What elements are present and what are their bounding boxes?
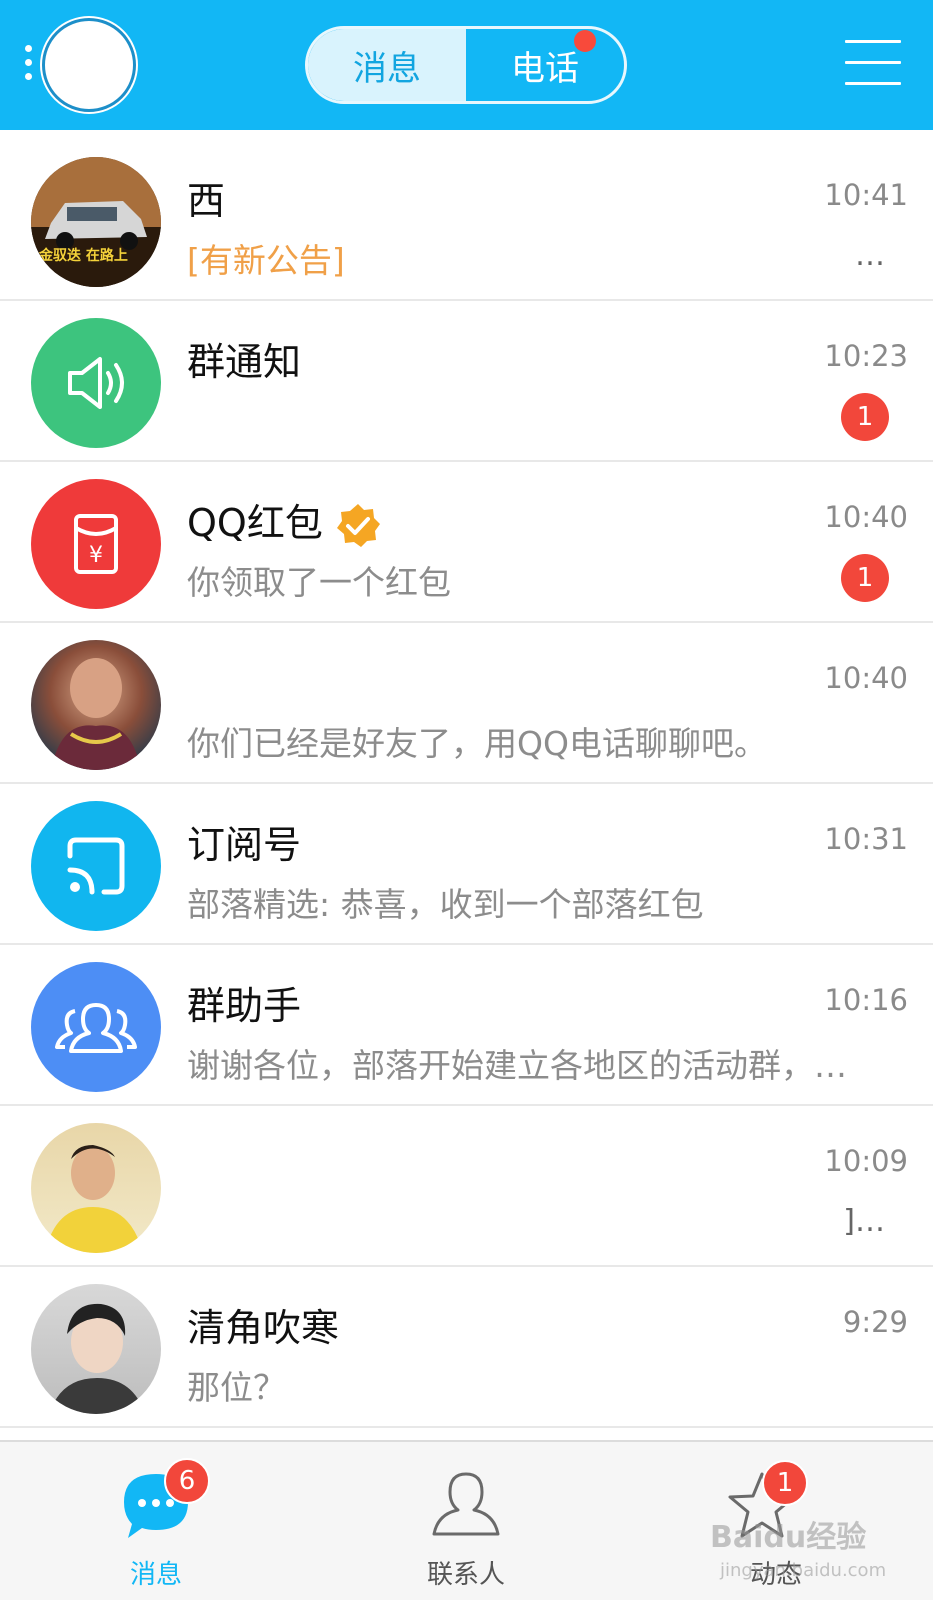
- watermark: Baidu经验: [710, 1520, 867, 1555]
- conversation-time: 10:40: [824, 500, 908, 534]
- conversation-name: 订阅号: [187, 823, 302, 867]
- conversation-row[interactable]: 10:40 你们已经是好友了，用QQ电话聊聊吧。: [0, 623, 933, 784]
- tab-calls[interactable]: 电话: [466, 29, 624, 101]
- conversation-name: 清角吹寒: [187, 1306, 340, 1350]
- more-dots-icon[interactable]: [24, 45, 34, 87]
- rss-icon: [31, 801, 161, 931]
- car-avatar: 金驭迭 在路上: [31, 157, 161, 287]
- person-photo-avatar: [31, 640, 161, 770]
- nav-badge: 6: [164, 1458, 210, 1504]
- verified-icon: [336, 503, 380, 547]
- conversation-row[interactable]: 10:09 ]…: [0, 1106, 933, 1267]
- conversation-time: 10:31: [824, 822, 908, 856]
- conversation-preview: 你领取了一个红包: [187, 563, 451, 602]
- conversation-preview: 谢谢各位，部落开始建立各地区的活动群，…: [187, 1046, 847, 1085]
- conversation-preview: 你们已经是好友了，用QQ电话聊聊吧。: [187, 724, 767, 763]
- conversation-preview: [有新公告]: [187, 234, 345, 282]
- conversation-time: 9:29: [842, 1305, 908, 1339]
- conversation-name: 西: [187, 179, 226, 223]
- notice-tag: [有新公告]: [187, 241, 345, 280]
- person-photo-avatar: [31, 1123, 161, 1253]
- conversation-time: 10:40: [824, 661, 908, 695]
- conversation-row[interactable]: 清角吹寒 9:29 那位？: [0, 1267, 933, 1428]
- tab-messages[interactable]: 消息: [308, 29, 466, 101]
- conversation-row[interactable]: 金驭迭 在路上 西 10:41 [有新公告] …: [0, 140, 933, 301]
- conversation-name: 群通知: [187, 340, 302, 384]
- unread-badge: 1: [841, 554, 889, 602]
- avatar[interactable]: [42, 18, 136, 112]
- person-photo-avatar: [31, 1284, 161, 1414]
- group-icon: [31, 962, 161, 1092]
- conversation-name: QQ红包: [187, 492, 383, 551]
- conversation-name: 群助手: [187, 984, 302, 1028]
- conversation-time: 10:09: [824, 1144, 908, 1178]
- red-envelope-icon: ¥: [31, 479, 161, 609]
- conversation-preview: 那位？: [187, 1368, 286, 1407]
- avatar-caption: 金驭迭 在路上: [39, 248, 128, 264]
- speaker-icon: [31, 318, 161, 448]
- car-icon: [31, 157, 161, 287]
- conversation-time: 10:23: [824, 339, 908, 373]
- conversation-time: 10:16: [824, 983, 908, 1017]
- conversation-row[interactable]: ¥ QQ红包 10:40 你领取了一个红包 1: [0, 462, 933, 623]
- truncation-ellipsis: ]…: [843, 1204, 885, 1239]
- conversation-row[interactable]: 订阅号 10:31 部落精选: 恭喜，收到一个部落红包: [0, 784, 933, 945]
- unread-badge: 1: [841, 393, 889, 441]
- conversation-preview: 部落精选: 恭喜，收到一个部落红包: [187, 885, 704, 924]
- svg-text:¥: ¥: [89, 543, 103, 568]
- new-call-dot: [574, 30, 596, 52]
- watermark-url: jingyan.baidu.com: [720, 1560, 887, 1581]
- person-icon: [432, 1472, 500, 1536]
- conversation-time: 10:41: [824, 178, 908, 212]
- menu-icon[interactable]: [845, 40, 901, 88]
- top-header: 消息 电话: [0, 0, 933, 130]
- conversation-list: 金驭迭 在路上 西 10:41 [有新公告] … 群通知 10:23 1 ¥ Q…: [0, 140, 933, 1428]
- nav-label: 消息: [129, 1560, 182, 1590]
- nav-label: 联系人: [426, 1560, 505, 1590]
- conversation-row[interactable]: 群助手 10:16 谢谢各位，部落开始建立各地区的活动群，…: [0, 945, 933, 1106]
- truncation-ellipsis: …: [855, 238, 885, 273]
- conversation-row[interactable]: 群通知 10:23 1: [0, 301, 933, 462]
- nav-messages[interactable]: 6 消息: [56, 1442, 256, 1600]
- nav-contacts[interactable]: 联系人: [366, 1442, 566, 1600]
- nav-badge: 1: [762, 1460, 808, 1506]
